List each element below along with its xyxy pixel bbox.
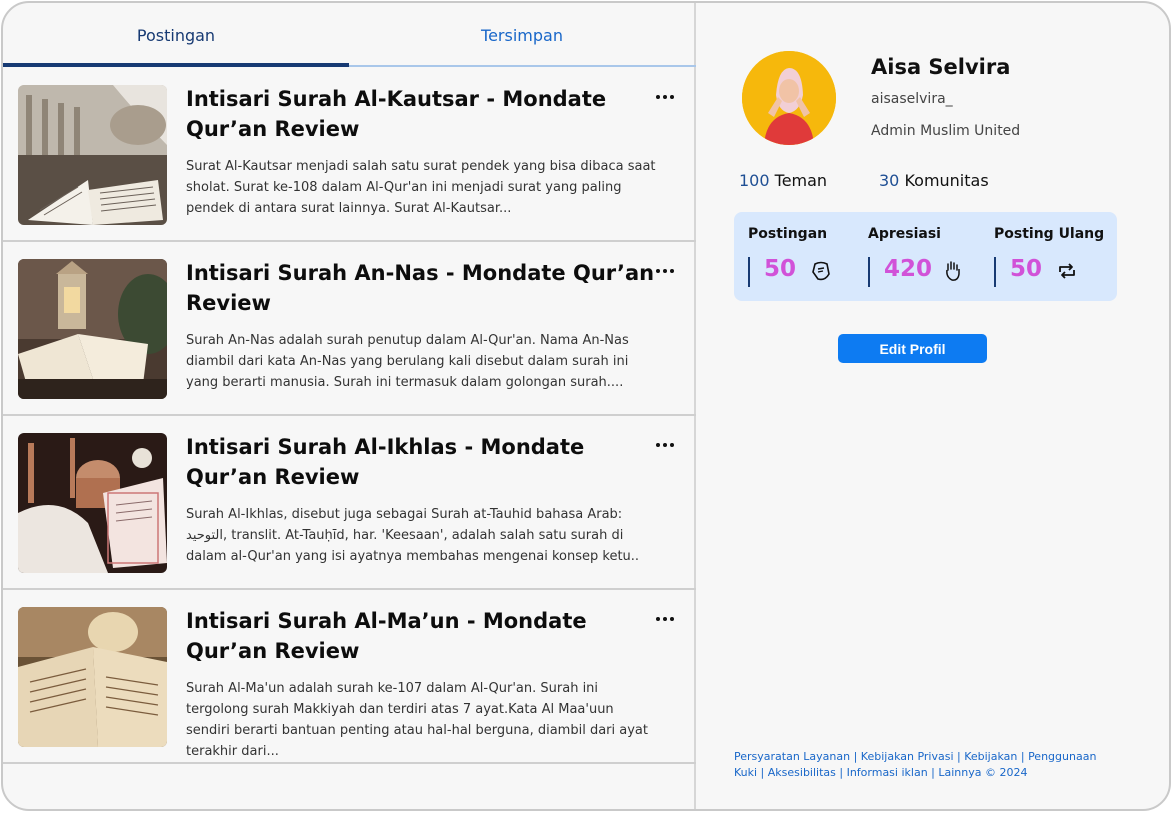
post-excerpt: Surat Al-Kautsar menjadi salah satu sura… (186, 159, 656, 216)
stat-label: Posting Ulang (994, 226, 1105, 242)
post-excerpt: Surah Al-Ma'un adalah surah ke-107 dalam… (186, 681, 648, 759)
post-thumbnail[interactable] (18, 85, 167, 225)
post-title[interactable]: Intisari Surah Al-Ma’un - Mondate Qur’an… (186, 606, 656, 666)
friends-count[interactable]: 100 Teman (739, 171, 827, 190)
more-options-icon[interactable] (653, 264, 677, 278)
stats-panel: Postingan 50 Apresiasi 420 Posting Ulang (734, 212, 1117, 301)
footer-link-group[interactable]: Kuki | Aksesibilitas | Informasi iklan |… (734, 766, 1027, 779)
tab-divider (349, 65, 696, 67)
post-title[interactable]: Intisari Surah Al-Kautsar - Mondate Qur’… (186, 84, 656, 144)
stat-value: 50 (764, 256, 797, 282)
footer-link-group[interactable]: Persyaratan Layanan | Kebijakan Privasi … (734, 750, 1096, 763)
stat-divider (994, 257, 996, 287)
stat-label: Postingan (748, 226, 828, 242)
tab-postingan[interactable]: Postingan (3, 3, 349, 68)
friends-number: 100 (739, 171, 770, 190)
post-thumbnail[interactable] (18, 607, 167, 747)
post-excerpt: Surah Al-Ikhlas, disebut juga sebagai Su… (186, 507, 640, 564)
profile-username: aisaselvira_ (871, 91, 953, 107)
communities-number: 30 (879, 171, 900, 190)
edit-profile-button[interactable]: Edit Profil (838, 334, 987, 363)
post-excerpt: Surah An-Nas adalah surah penutup dalam … (186, 333, 629, 390)
communities-count[interactable]: 30 Komunitas (879, 171, 989, 190)
post-icon (812, 261, 830, 281)
stat-divider (868, 257, 870, 287)
post-item[interactable]: Intisari Surah Al-Ikhlas - Mondate Qur’a… (3, 416, 696, 590)
clap-icon (946, 261, 960, 281)
post-item[interactable]: Intisari Surah An-Nas - Mondate Qur’an R… (3, 242, 696, 416)
stat-divider (748, 257, 750, 287)
more-options-icon[interactable] (653, 438, 677, 452)
tab-tersimpan[interactable]: Tersimpan (349, 3, 695, 68)
more-options-icon[interactable] (653, 612, 677, 626)
repost-icon (1059, 263, 1075, 279)
post-item[interactable]: Intisari Surah Al-Kautsar - Mondate Qur’… (3, 68, 696, 242)
stat-value: 50 (1010, 256, 1043, 282)
avatar[interactable] (742, 51, 836, 145)
profile-panel: Aisa Selvira aisaselvira_ Admin Muslim U… (698, 3, 1169, 809)
post-thumbnail[interactable] (18, 259, 167, 399)
post-item[interactable]: Intisari Surah Al-Ma’un - Mondate Qur’an… (3, 590, 696, 764)
profile-role: Admin Muslim United (871, 123, 1021, 139)
footer-line[interactable]: Kuki | Aksesibilitas | Informasi iklan |… (734, 765, 1134, 781)
post-list: Intisari Surah Al-Kautsar - Mondate Qur’… (3, 68, 696, 764)
post-title[interactable]: Intisari Surah An-Nas - Mondate Qur’an R… (186, 258, 656, 318)
stat-label: Apresiasi (868, 226, 941, 242)
more-options-icon[interactable] (653, 90, 677, 104)
post-thumbnail[interactable] (18, 433, 167, 573)
profile-name: Aisa Selvira (871, 55, 1011, 79)
feed-column: Postingan Tersimpan Intisari Surah Al-Ka… (3, 3, 696, 809)
active-tab-indicator (3, 63, 349, 67)
friends-label: Teman (774, 171, 828, 190)
app-window: Postingan Tersimpan Intisari Surah Al-Ka… (1, 1, 1171, 811)
post-title[interactable]: Intisari Surah Al-Ikhlas - Mondate Qur’a… (186, 432, 656, 492)
stat-value: 420 (884, 256, 933, 282)
tab-bar: Postingan Tersimpan (3, 3, 696, 68)
communities-label: Komunitas (904, 171, 989, 190)
footer-line[interactable]: Persyaratan Layanan | Kebijakan Privasi … (734, 749, 1134, 765)
footer-links: Persyaratan Layanan | Kebijakan Privasi … (734, 749, 1134, 781)
